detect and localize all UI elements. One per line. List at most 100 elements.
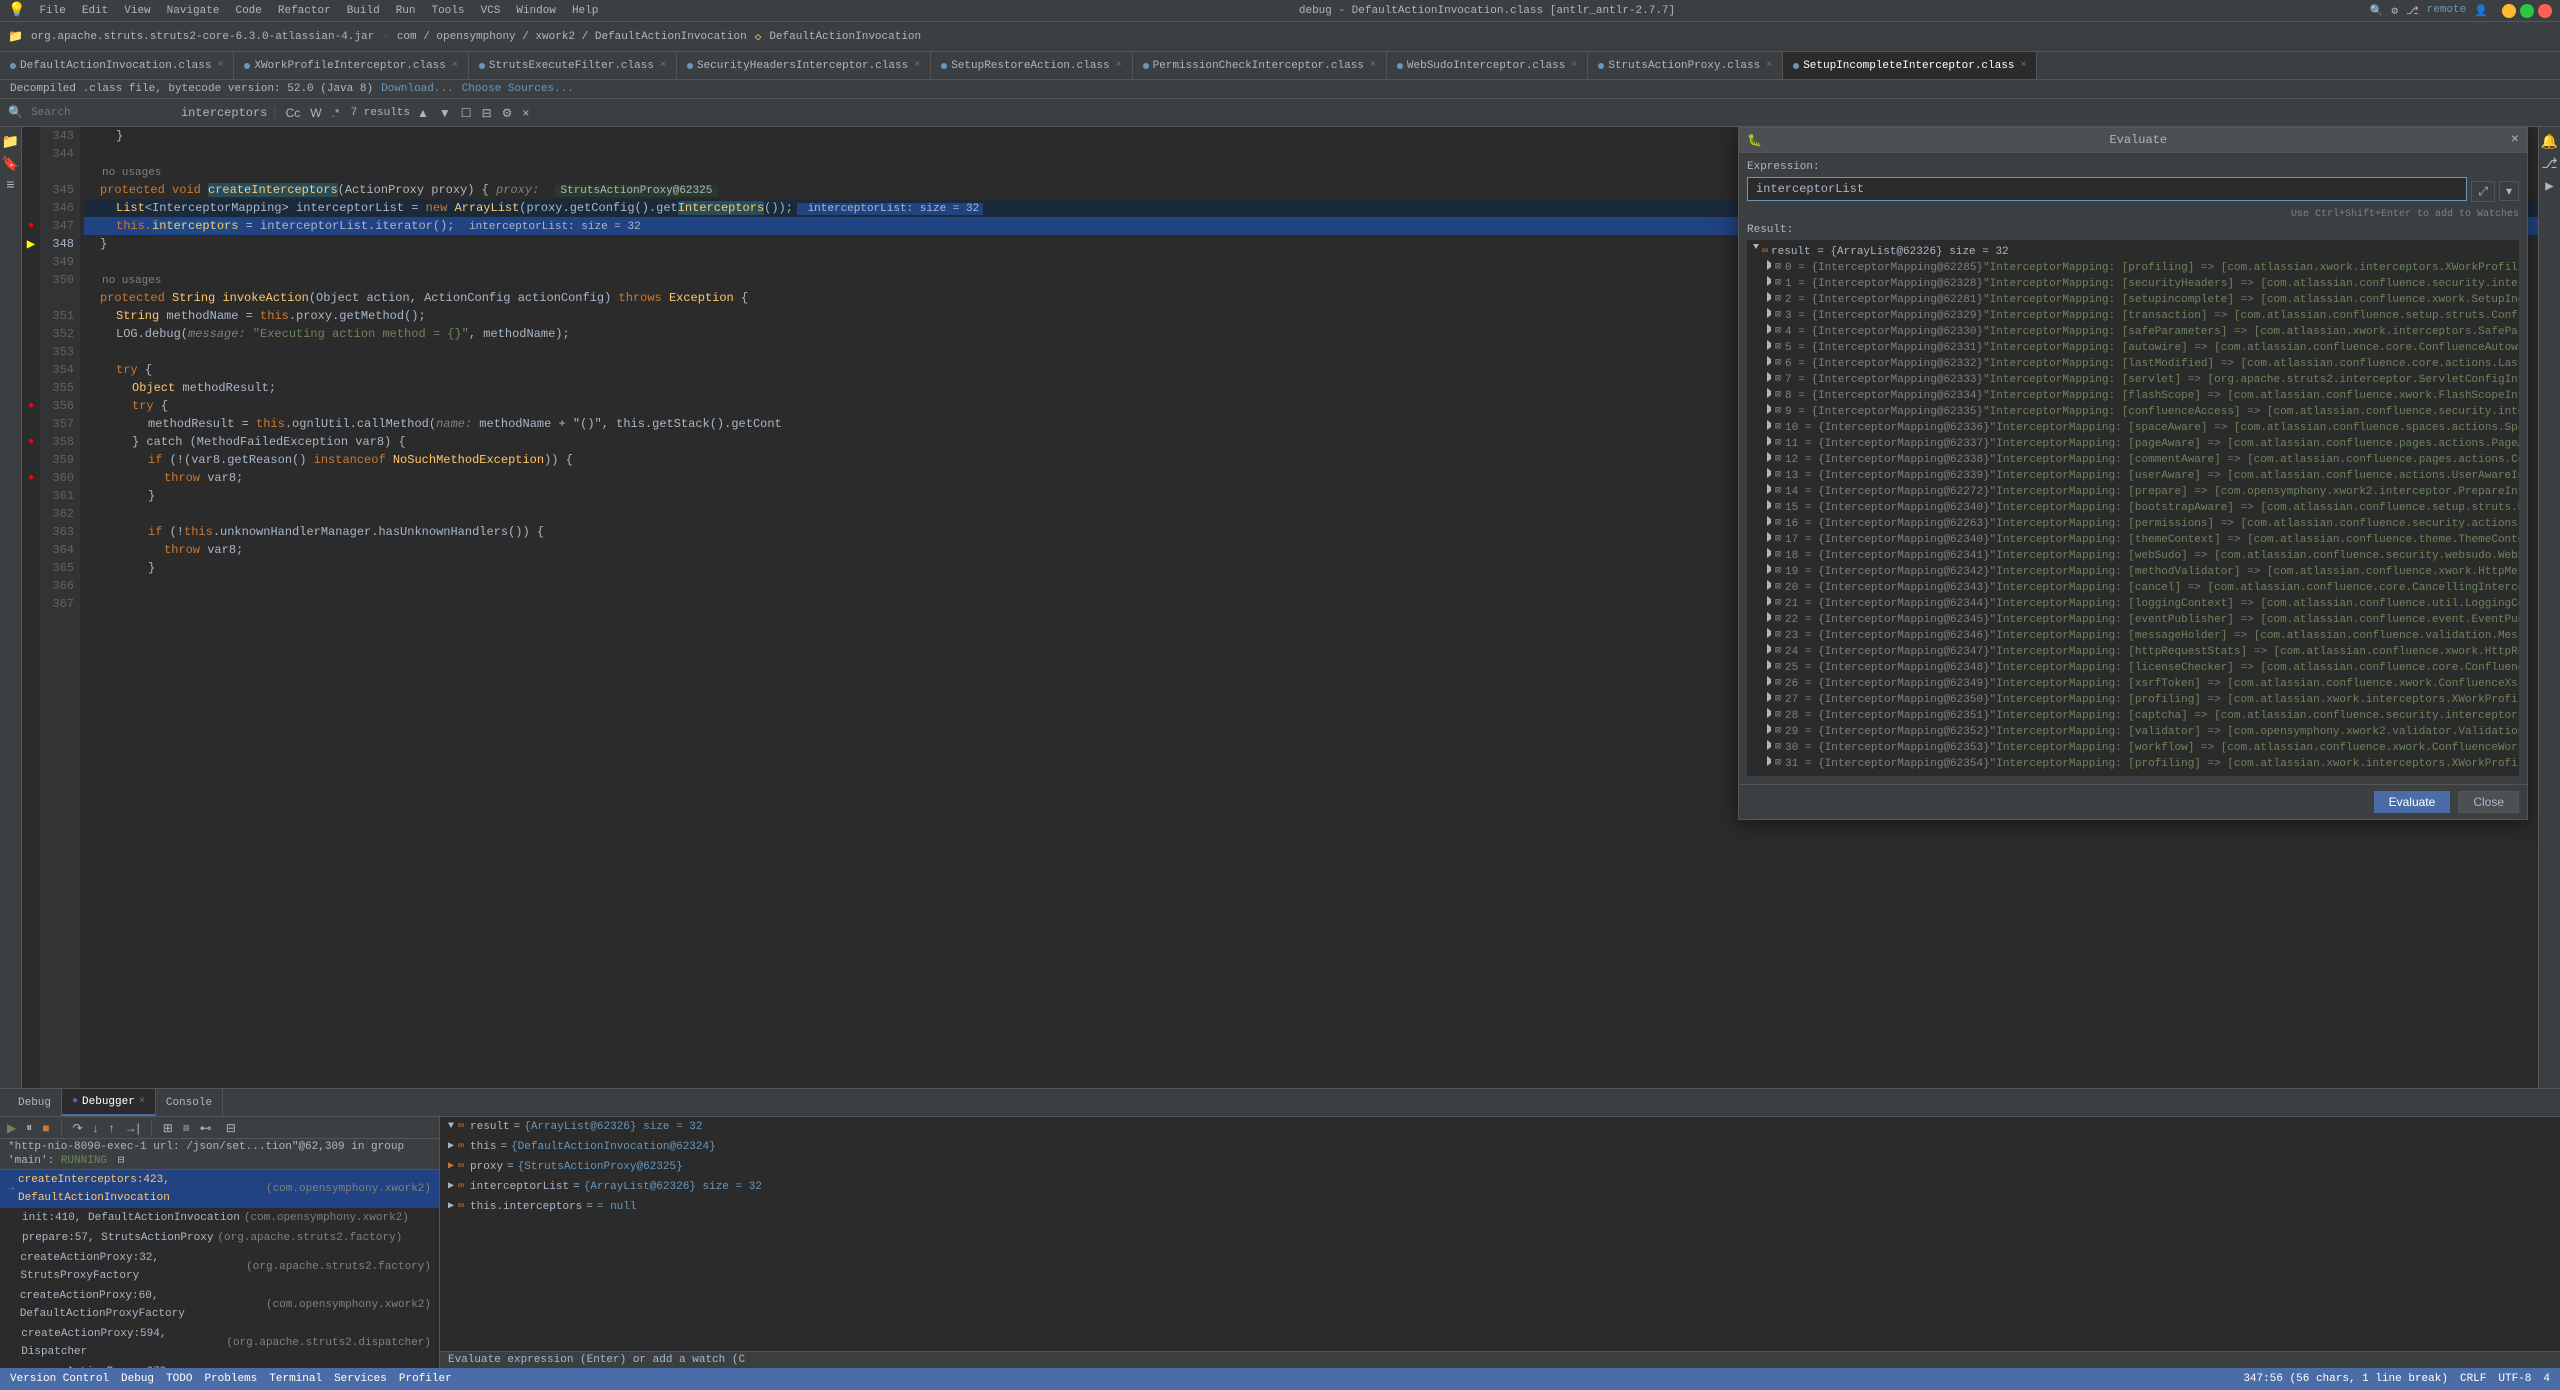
menu-vcs[interactable]: VCS (475, 5, 507, 17)
tab-strutsactionproxy[interactable]: StrutsActionProxy.class × (1588, 52, 1783, 79)
project-panel-icon[interactable]: 📁 (2, 133, 20, 151)
menu-run[interactable]: Run (390, 5, 422, 17)
eval-result-item[interactable]: ⊠29 = {InterceptorMapping@62352} "Interc… (1751, 724, 2515, 740)
menu-navigate[interactable]: Navigate (161, 5, 226, 17)
case-sensitive-button[interactable]: Cc (283, 105, 304, 121)
profiler-status[interactable]: Profiler (399, 1373, 452, 1385)
eval-expression-input[interactable] (1747, 177, 2467, 201)
breadcrumb-path[interactable]: com / opensymphony / xwork2 / DefaultAct… (397, 31, 747, 43)
close-eval-button[interactable]: Close (2458, 791, 2519, 813)
breakpoint-360[interactable]: ● (22, 469, 40, 487)
eval-result-item[interactable]: ⊠20 = {InterceptorMapping@62343} "Interc… (1751, 580, 2515, 596)
close-button[interactable] (2538, 4, 2552, 18)
debugger-tab[interactable]: ● Debugger × (62, 1089, 156, 1116)
breadcrumb-jar[interactable]: org.apache.struts.struts2-core-6.3.0-atl… (31, 31, 374, 43)
eval-result-item[interactable]: ⊠21 = {InterceptorMapping@62344} "Interc… (1751, 596, 2515, 612)
tab-strutsexecfilter[interactable]: StrutsExecuteFilter.class × (469, 52, 677, 79)
eval-result-item[interactable]: ⊠27 = {InterceptorMapping@62350} "Interc… (1751, 692, 2515, 708)
var-expand-icon[interactable]: ▶ (448, 1158, 454, 1176)
variable-item[interactable]: ▶∞proxy = {StrutsActionProxy@62325} (440, 1157, 2560, 1177)
variable-item[interactable]: ▼∞result = {ArrayList@62326} size = 32 (440, 1117, 2560, 1137)
remote-label[interactable]: remote (2427, 4, 2467, 18)
var-expand-icon[interactable]: ▶ (448, 1138, 454, 1156)
eval-result-item[interactable]: ⊠30 = {InterceptorMapping@62353} "Interc… (1751, 740, 2515, 756)
tab-close-icon[interactable]: × (1571, 60, 1577, 71)
evaluate-expr-button[interactable]: ⊞ (160, 1120, 176, 1136)
eval-result-item[interactable]: ⊠1 = {InterceptorMapping@62328} "Interce… (1751, 276, 2515, 292)
menu-code[interactable]: Code (229, 5, 267, 17)
stop-button[interactable]: ■ (39, 1120, 52, 1136)
console-tab[interactable]: Console (156, 1089, 223, 1116)
tab-setuprestore[interactable]: SetupRestoreAction.class × (931, 52, 1132, 79)
stack-frame-item[interactable]: createActionProxy:60, DefaultActionProxy… (0, 1286, 439, 1324)
menu-tools[interactable]: Tools (426, 5, 471, 17)
prev-result-button[interactable]: ▲ (414, 105, 432, 121)
git-gutter-icon[interactable]: ⎇ (2541, 155, 2559, 173)
eval-result-item[interactable]: ⊠18 = {InterceptorMapping@62341} "Interc… (1751, 548, 2515, 564)
version-control-status[interactable]: Version Control (10, 1373, 109, 1385)
stack-frame-item[interactable]: createActionProxy:32, StrutsProxyFactory… (0, 1248, 439, 1286)
terminal-status[interactable]: Terminal (269, 1373, 322, 1385)
eval-result-item[interactable]: ⊠9 = {InterceptorMapping@62335} "Interce… (1751, 404, 2515, 420)
close-search-button[interactable]: × (519, 105, 532, 121)
eval-result-item[interactable]: ⊠13 = {InterceptorMapping@62339} "Interc… (1751, 468, 2515, 484)
eval-result-item[interactable]: ⊠28 = {InterceptorMapping@62351} "Interc… (1751, 708, 2515, 724)
bookmark-icon[interactable]: 🔖 (2, 155, 20, 173)
settings-icon[interactable]: ⚙ (2391, 4, 2398, 18)
menu-view[interactable]: View (118, 5, 156, 17)
var-expand-icon[interactable]: ▶ (448, 1178, 454, 1196)
problems-status[interactable]: Problems (204, 1373, 257, 1385)
evaluate-button[interactable]: Evaluate (2374, 791, 2451, 813)
tab-close-icon[interactable]: × (452, 60, 458, 71)
tab-close-icon[interactable]: × (217, 60, 223, 71)
eval-expand-icon[interactable]: ⤢ (2471, 181, 2495, 202)
menu-help[interactable]: Help (566, 5, 604, 17)
eval-result-item[interactable]: ⊠25 = {InterceptorMapping@62348} "Interc… (1751, 660, 2515, 676)
settings-search-button[interactable]: ⚙ (499, 105, 516, 121)
eval-close-button[interactable]: × (2511, 132, 2519, 148)
breakpoint-358[interactable]: ● (22, 433, 40, 451)
tab-close-icon[interactable]: × (2020, 60, 2026, 71)
eval-result-item[interactable]: ⊠23 = {InterceptorMapping@62346} "Interc… (1751, 628, 2515, 644)
eval-result-item[interactable]: ⊠10 = {InterceptorMapping@62336} "Interc… (1751, 420, 2515, 436)
tab-close-icon[interactable]: × (914, 60, 920, 71)
search-input[interactable] (27, 106, 177, 120)
tab-close-icon[interactable]: × (660, 60, 666, 71)
indent-status[interactable]: 4 (2543, 1373, 2550, 1385)
eval-result-item[interactable]: ⊠16 = {InterceptorMapping@62263} "Interc… (1751, 516, 2515, 532)
maximize-button[interactable] (2520, 4, 2534, 18)
menu-file[interactable]: File (33, 5, 71, 17)
eval-result-item[interactable]: ⊠15 = {InterceptorMapping@62340} "Interc… (1751, 500, 2515, 516)
avatar-icon[interactable]: 👤 (2474, 4, 2488, 18)
eval-result-item[interactable]: ⊠2 = {InterceptorMapping@62281} "Interce… (1751, 292, 2515, 308)
line-endings-status[interactable]: CRLF (2460, 1373, 2486, 1385)
eval-result-content[interactable]: ∞ result = {ArrayList@62326} size = 32 ⊠… (1747, 240, 2519, 776)
breadcrumb-class[interactable]: DefaultActionInvocation (769, 31, 921, 43)
menu-build[interactable]: Build (341, 5, 386, 17)
stack-frame-item[interactable]: prepare:57, StrutsActionProxy (org.apach… (0, 1228, 439, 1248)
encoding-status[interactable]: UTF-8 (2498, 1373, 2531, 1385)
breakpoint-356[interactable]: ● (22, 397, 40, 415)
filter-threads-button[interactable]: ⊟ (223, 1120, 239, 1136)
tab-permissioncheck[interactable]: PermissionCheckInterceptor.class × (1133, 52, 1387, 79)
eval-root-expand[interactable] (1753, 244, 1759, 249)
breakpoint-347[interactable]: ● (22, 217, 40, 235)
eval-history-icon[interactable]: ▾ (2499, 181, 2519, 201)
eval-result-item[interactable]: ⊠6 = {InterceptorMapping@62332} "Interce… (1751, 356, 2515, 372)
run-to-cursor-button[interactable]: →| (122, 1120, 143, 1136)
frames-button[interactable]: ≡ (180, 1120, 193, 1136)
eval-result-item[interactable]: ⊠5 = {InterceptorMapping@62331} "Interce… (1751, 340, 2515, 356)
search-everywhere-icon[interactable]: 🔍 (2370, 4, 2384, 18)
variable-item[interactable]: ▶∞this = {DefaultActionInvocation@62324} (440, 1137, 2560, 1157)
step-into-button[interactable]: ↓ (90, 1120, 102, 1136)
eval-result-item[interactable]: ⊠19 = {InterceptorMapping@62342} "Interc… (1751, 564, 2515, 580)
stack-frame-item[interactable]: →createInterceptors:423, DefaultActionIn… (0, 1170, 439, 1208)
tab-websudo[interactable]: WebSudoInterceptor.class × (1387, 52, 1588, 79)
eval-result-item[interactable]: ⊠17 = {InterceptorMapping@62340} "Interc… (1751, 532, 2515, 548)
services-status[interactable]: Services (334, 1373, 387, 1385)
tab-close-icon[interactable]: × (1116, 60, 1122, 71)
choose-sources-link[interactable]: Choose Sources... (462, 83, 574, 95)
pause-button[interactable]: ⏸ (23, 1119, 35, 1136)
eval-result-item[interactable]: ⊠4 = {InterceptorMapping@62330} "Interce… (1751, 324, 2515, 340)
menu-edit[interactable]: Edit (76, 5, 114, 17)
